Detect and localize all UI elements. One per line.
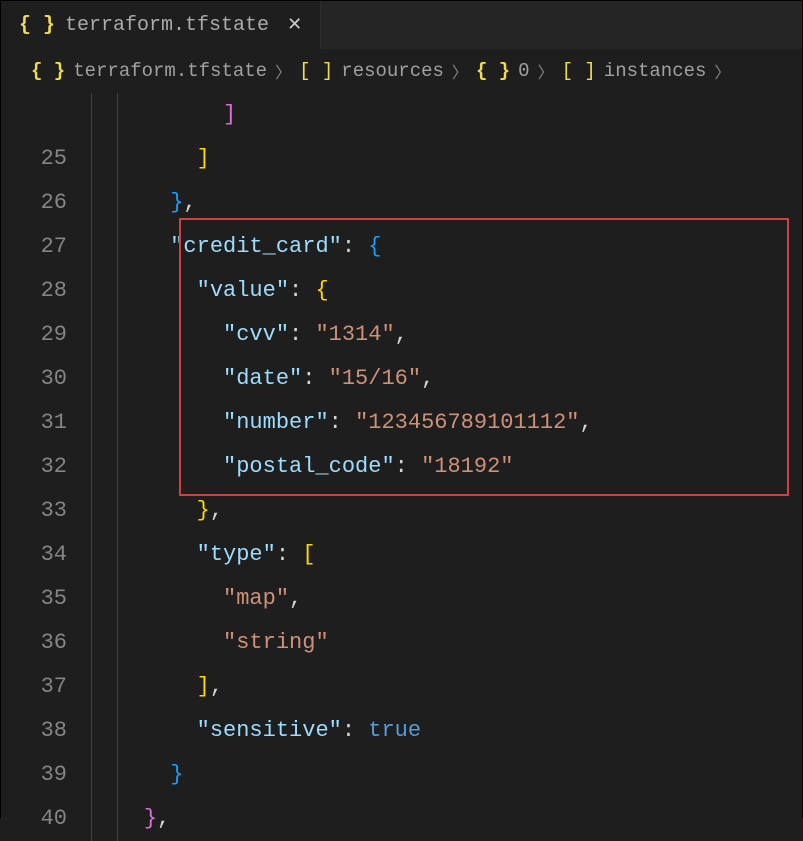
json-icon: { } bbox=[19, 14, 55, 37]
code-line: "value": { bbox=[91, 269, 802, 313]
code-editor[interactable]: 25 26 27 28 29 30 31 32 33 34 35 36 37 3… bbox=[1, 93, 802, 841]
line-number: 35 bbox=[1, 577, 67, 621]
chevron-right-icon: 〉 bbox=[714, 59, 730, 83]
breadcrumb-part[interactable]: instances bbox=[604, 60, 707, 82]
line-number: 27 bbox=[1, 225, 67, 269]
code-line: "map", bbox=[91, 577, 802, 621]
tab-bar: { } terraform.tfstate ✕ bbox=[1, 1, 802, 49]
line-number: 40 bbox=[1, 797, 67, 841]
code-line: }, bbox=[91, 797, 802, 841]
line-number: 38 bbox=[1, 709, 67, 753]
line-numbers: 25 26 27 28 29 30 31 32 33 34 35 36 37 3… bbox=[1, 93, 91, 841]
line-number: 25 bbox=[1, 137, 67, 181]
chevron-right-icon: 〉 bbox=[452, 59, 468, 83]
array-icon: [ ] bbox=[299, 60, 333, 82]
code-line: ] bbox=[91, 137, 802, 181]
code-line: }, bbox=[91, 181, 802, 225]
close-icon[interactable]: ✕ bbox=[287, 14, 302, 36]
code-line: }, bbox=[91, 489, 802, 533]
line-number: 33 bbox=[1, 489, 67, 533]
code-line: "credit_card": { bbox=[91, 225, 802, 269]
line-number: 28 bbox=[1, 269, 67, 313]
array-icon: [ ] bbox=[562, 60, 596, 82]
line-number: 29 bbox=[1, 313, 67, 357]
code-line: "date": "15/16", bbox=[91, 357, 802, 401]
code-line: ], bbox=[91, 665, 802, 709]
code-line: ] bbox=[91, 93, 802, 137]
line-number: 36 bbox=[1, 621, 67, 665]
code-line: "sensitive": true bbox=[91, 709, 802, 753]
line-number: 32 bbox=[1, 445, 67, 489]
chevron-right-icon: 〉 bbox=[538, 59, 554, 83]
code-line: "postal_code": "18192" bbox=[91, 445, 802, 489]
code-line: } bbox=[91, 753, 802, 797]
tab-label: terraform.tfstate bbox=[65, 14, 269, 37]
json-icon: { } bbox=[476, 60, 510, 82]
line-number bbox=[1, 93, 67, 137]
line-number: 26 bbox=[1, 181, 67, 225]
code-line: "type": [ bbox=[91, 533, 802, 577]
line-number: 37 bbox=[1, 665, 67, 709]
code-line: "string" bbox=[91, 621, 802, 665]
line-number: 31 bbox=[1, 401, 67, 445]
line-number: 30 bbox=[1, 357, 67, 401]
json-icon: { } bbox=[31, 60, 65, 82]
chevron-right-icon: 〉 bbox=[275, 59, 291, 83]
breadcrumb: { } terraform.tfstate 〉 [ ] resources 〉 … bbox=[1, 49, 802, 93]
line-number: 34 bbox=[1, 533, 67, 577]
code-line: "number": "123456789101112", bbox=[91, 401, 802, 445]
breadcrumb-part[interactable]: resources bbox=[341, 60, 444, 82]
tab-active[interactable]: { } terraform.tfstate ✕ bbox=[1, 1, 321, 49]
line-number: 39 bbox=[1, 753, 67, 797]
breadcrumb-file[interactable]: terraform.tfstate bbox=[73, 60, 267, 82]
breadcrumb-part[interactable]: 0 bbox=[518, 60, 529, 82]
code-content[interactable]: ] ] }, "credit_card": { "value": { "cvv"… bbox=[91, 93, 802, 841]
code-line: "cvv": "1314", bbox=[91, 313, 802, 357]
